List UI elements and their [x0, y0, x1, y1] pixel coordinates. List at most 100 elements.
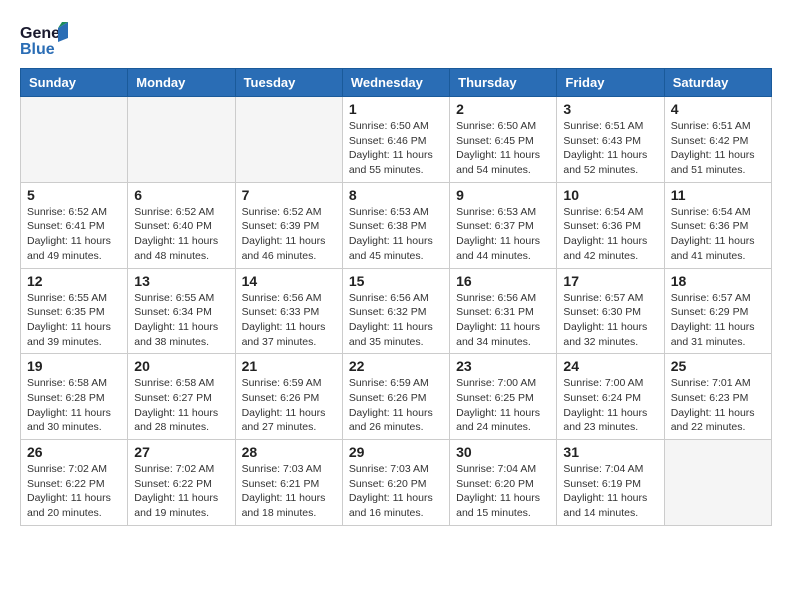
- calendar-cell: 28Sunrise: 7:03 AM Sunset: 6:21 PM Dayli…: [235, 440, 342, 526]
- day-number: 5: [27, 187, 121, 203]
- day-number: 26: [27, 444, 121, 460]
- day-info: Sunrise: 7:00 AM Sunset: 6:25 PM Dayligh…: [456, 376, 550, 435]
- calendar-cell: 11 Sunrise: 6:54 AM Sunset: 6:36 PM Dayli…: [664, 182, 771, 268]
- calendar-cell: 13 Sunrise: 6:55 AM Sunset: 6:34 PM Dayli…: [128, 268, 235, 354]
- calendar-cell: 15 Sunrise: 6:56 AM Sunset: 6:32 PM Dayli…: [342, 268, 449, 354]
- calendar-cell: 6Sunrise: 6:52 AM Sunset: 6:40 PM Daylig…: [128, 182, 235, 268]
- day-info: Sunrise: 6:54 AM Sunset: 6:36 PM Dayligh…: [671, 205, 765, 264]
- day-number: 30: [456, 444, 550, 460]
- calendar-cell: 30 Sunrise: 7:04 AM Sunset: 6:20 PM Dayli…: [450, 440, 557, 526]
- day-info: Sunrise: 6:50 AM Sunset: 6:46 PM Dayligh…: [349, 119, 443, 178]
- day-info: Sunrise: 6:58 AM Sunset: 6:28 PM Dayligh…: [27, 376, 121, 435]
- day-number: 13: [134, 273, 228, 289]
- calendar-cell: 26 Sunrise: 7:02 AM Sunset: 6:22 PM Dayli…: [21, 440, 128, 526]
- calendar-cell: 10 Sunrise: 6:54 AM Sunset: 6:36 PM Dayli…: [557, 182, 664, 268]
- calendar-week-4: 19 Sunrise: 6:58 AM Sunset: 6:28 PM Dayli…: [21, 354, 772, 440]
- calendar-cell: 5 Sunrise: 6:52 AM Sunset: 6:41 PM Daylig…: [21, 182, 128, 268]
- calendar-cell: 20 Sunrise: 6:58 AM Sunset: 6:27 PM Dayli…: [128, 354, 235, 440]
- day-number: 11: [671, 187, 765, 203]
- day-number: 9: [456, 187, 550, 203]
- day-number: 18: [671, 273, 765, 289]
- weekday-header-friday: Friday: [557, 69, 664, 97]
- calendar-cell: 4 Sunrise: 6:51 AM Sunset: 6:42 PM Daylig…: [664, 97, 771, 183]
- day-number: 14: [242, 273, 336, 289]
- day-number: 8: [349, 187, 443, 203]
- calendar-week-3: 12 Sunrise: 6:55 AM Sunset: 6:35 PM Dayli…: [21, 268, 772, 354]
- calendar-cell: 18 Sunrise: 6:57 AM Sunset: 6:29 PM Dayli…: [664, 268, 771, 354]
- calendar-cell: 7 Sunrise: 6:52 AM Sunset: 6:39 PM Daylig…: [235, 182, 342, 268]
- weekday-header-saturday: Saturday: [664, 69, 771, 97]
- day-info: Sunrise: 6:52 AM Sunset: 6:39 PM Dayligh…: [242, 205, 336, 264]
- calendar-cell: 31 Sunrise: 7:04 AM Sunset: 6:19 PM Dayli…: [557, 440, 664, 526]
- day-info: Sunrise: 7:02 AM Sunset: 6:22 PM Dayligh…: [134, 462, 228, 521]
- calendar-cell: 1 Sunrise: 6:50 AM Sunset: 6:46 PM Daylig…: [342, 97, 449, 183]
- calendar-week-2: 5 Sunrise: 6:52 AM Sunset: 6:41 PM Daylig…: [21, 182, 772, 268]
- day-info: Sunrise: 7:04 AM Sunset: 6:20 PM Dayligh…: [456, 462, 550, 521]
- calendar-cell: 25 Sunrise: 7:01 AM Sunset: 6:23 PM Dayli…: [664, 354, 771, 440]
- day-number: 27: [134, 444, 228, 460]
- day-info: Sunrise: 6:56 AM Sunset: 6:31 PM Dayligh…: [456, 291, 550, 350]
- calendar-cell: 21 Sunrise: 6:59 AM Sunset: 6:26 PM Dayli…: [235, 354, 342, 440]
- day-info: Sunrise: 6:55 AM Sunset: 6:34 PM Dayligh…: [134, 291, 228, 350]
- day-number: 28: [242, 444, 336, 460]
- logo: General Blue: [20, 20, 68, 58]
- day-info: Sunrise: 6:56 AM Sunset: 6:32 PM Dayligh…: [349, 291, 443, 350]
- day-info: Sunrise: 6:55 AM Sunset: 6:35 PM Dayligh…: [27, 291, 121, 350]
- day-info: Sunrise: 6:52 AM Sunset: 6:40 PM Dayligh…: [134, 205, 228, 264]
- day-number: 16: [456, 273, 550, 289]
- day-info: Sunrise: 6:54 AM Sunset: 6:36 PM Dayligh…: [563, 205, 657, 264]
- day-info: Sunrise: 6:51 AM Sunset: 6:42 PM Dayligh…: [671, 119, 765, 178]
- calendar-cell: 9 Sunrise: 6:53 AM Sunset: 6:37 PM Daylig…: [450, 182, 557, 268]
- calendar-week-5: 26 Sunrise: 7:02 AM Sunset: 6:22 PM Dayli…: [21, 440, 772, 526]
- day-number: 21: [242, 358, 336, 374]
- day-number: 19: [27, 358, 121, 374]
- calendar-cell: [235, 97, 342, 183]
- day-number: 15: [349, 273, 443, 289]
- day-info: Sunrise: 6:59 AM Sunset: 6:26 PM Dayligh…: [242, 376, 336, 435]
- day-number: 7: [242, 187, 336, 203]
- day-info: Sunrise: 7:00 AM Sunset: 6:24 PM Dayligh…: [563, 376, 657, 435]
- day-info: Sunrise: 7:04 AM Sunset: 6:19 PM Dayligh…: [563, 462, 657, 521]
- day-number: 1: [349, 101, 443, 117]
- day-info: Sunrise: 6:56 AM Sunset: 6:33 PM Dayligh…: [242, 291, 336, 350]
- day-info: Sunrise: 6:52 AM Sunset: 6:41 PM Dayligh…: [27, 205, 121, 264]
- calendar-cell: 27 Sunrise: 7:02 AM Sunset: 6:22 PM Dayli…: [128, 440, 235, 526]
- day-number: 4: [671, 101, 765, 117]
- calendar-cell: 17 Sunrise: 6:57 AM Sunset: 6:30 PM Dayli…: [557, 268, 664, 354]
- day-info: Sunrise: 6:57 AM Sunset: 6:30 PM Dayligh…: [563, 291, 657, 350]
- day-info: Sunrise: 6:57 AM Sunset: 6:29 PM Dayligh…: [671, 291, 765, 350]
- day-number: 2: [456, 101, 550, 117]
- calendar-table: SundayMondayTuesdayWednesdayThursdayFrid…: [20, 68, 772, 526]
- day-number: 25: [671, 358, 765, 374]
- calendar-cell: 24 Sunrise: 7:00 AM Sunset: 6:24 PM Dayli…: [557, 354, 664, 440]
- day-info: Sunrise: 6:53 AM Sunset: 6:37 PM Dayligh…: [456, 205, 550, 264]
- day-number: 23: [456, 358, 550, 374]
- day-number: 10: [563, 187, 657, 203]
- day-number: 31: [563, 444, 657, 460]
- day-number: 24: [563, 358, 657, 374]
- calendar-cell: [664, 440, 771, 526]
- day-info: Sunrise: 6:51 AM Sunset: 6:43 PM Dayligh…: [563, 119, 657, 178]
- calendar-cell: 19 Sunrise: 6:58 AM Sunset: 6:28 PM Dayli…: [21, 354, 128, 440]
- day-info: Sunrise: 7:01 AM Sunset: 6:23 PM Dayligh…: [671, 376, 765, 435]
- day-number: 12: [27, 273, 121, 289]
- weekday-header-sunday: Sunday: [21, 69, 128, 97]
- weekday-header-wednesday: Wednesday: [342, 69, 449, 97]
- calendar-cell: 12 Sunrise: 6:55 AM Sunset: 6:35 PM Dayli…: [21, 268, 128, 354]
- day-info: Sunrise: 6:50 AM Sunset: 6:45 PM Dayligh…: [456, 119, 550, 178]
- day-number: 3: [563, 101, 657, 117]
- day-info: Sunrise: 6:53 AM Sunset: 6:38 PM Dayligh…: [349, 205, 443, 264]
- calendar-cell: 22Sunrise: 6:59 AM Sunset: 6:26 PM Dayli…: [342, 354, 449, 440]
- calendar-cell: 3 Sunrise: 6:51 AM Sunset: 6:43 PM Daylig…: [557, 97, 664, 183]
- logo-icon: General Blue: [20, 20, 68, 58]
- day-number: 17: [563, 273, 657, 289]
- day-info: Sunrise: 7:03 AM Sunset: 6:20 PM Dayligh…: [349, 462, 443, 521]
- day-info: Sunrise: 7:02 AM Sunset: 6:22 PM Dayligh…: [27, 462, 121, 521]
- day-number: 20: [134, 358, 228, 374]
- calendar-cell: 14 Sunrise: 6:56 AM Sunset: 6:33 PM Dayli…: [235, 268, 342, 354]
- calendar-cell: [21, 97, 128, 183]
- weekday-header-thursday: Thursday: [450, 69, 557, 97]
- day-info: Sunrise: 6:58 AM Sunset: 6:27 PM Dayligh…: [134, 376, 228, 435]
- calendar-cell: 29Sunrise: 7:03 AM Sunset: 6:20 PM Dayli…: [342, 440, 449, 526]
- calendar-cell: 8 Sunrise: 6:53 AM Sunset: 6:38 PM Daylig…: [342, 182, 449, 268]
